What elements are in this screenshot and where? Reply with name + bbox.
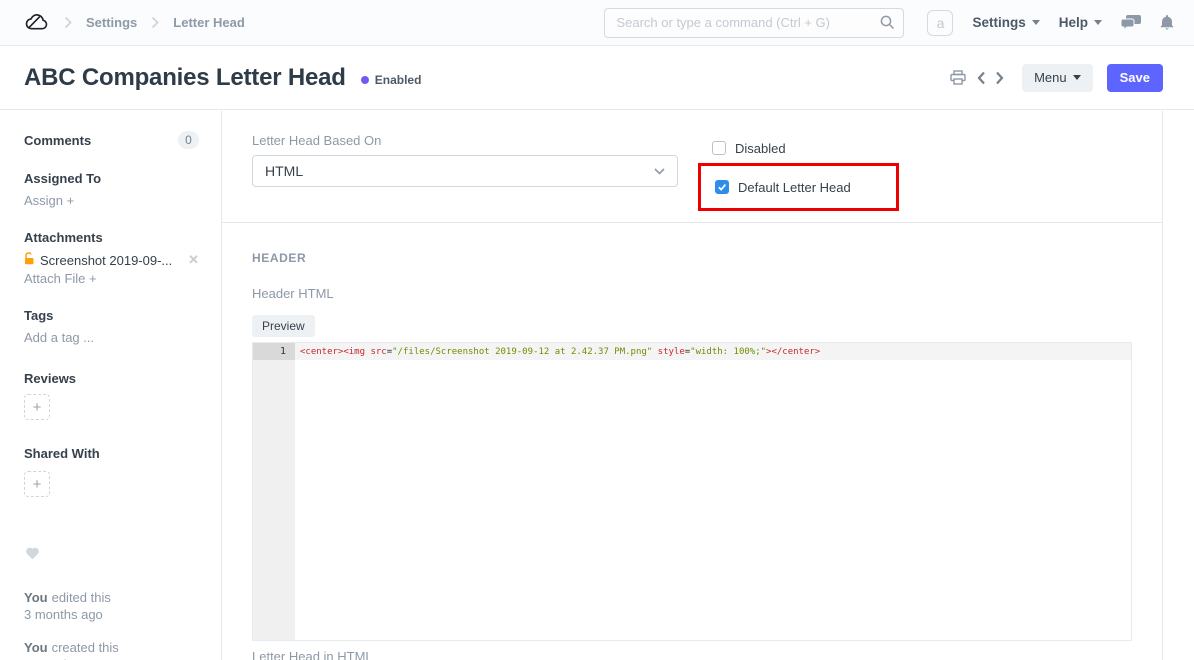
assign-link[interactable]: Assign + [24,193,199,208]
breadcrumb: Settings Letter Head [25,13,245,32]
like-icon[interactable] [24,545,199,565]
editor-gutter: 1 [253,343,295,640]
print-icon[interactable] [950,70,966,85]
remove-attachment-icon[interactable]: ✕ [188,252,199,268]
status-badge: Enabled [361,73,422,87]
code-editor[interactable]: 1 <center><img src="/files/Screenshot 20… [252,342,1132,641]
prev-record-icon[interactable] [977,71,986,85]
attachment-link[interactable]: Screenshot 2019-09-... [24,252,172,268]
default-letter-head-checkbox[interactable] [715,180,729,194]
chevron-down-icon [654,168,665,175]
annotation-highlight-box: Default Letter Head [698,163,899,211]
chevron-down-icon [1094,20,1102,25]
activity-action: created this [52,640,119,655]
chat-icon[interactable] [1121,15,1141,31]
next-record-icon[interactable] [995,71,1004,85]
disabled-label: Disabled [735,141,786,156]
search-input[interactable] [604,8,904,38]
unlock-icon [24,252,35,268]
activity-action: edited this [52,590,111,605]
attach-file-link[interactable]: Attach File + [24,271,199,286]
search-icon [880,15,895,35]
shared-with-heading: Shared With [24,446,199,461]
comments-count-badge[interactable]: 0 [178,131,199,149]
header-section: HEADER Header HTML Preview 1 <center><im… [222,223,1162,660]
editor-content[interactable]: <center><img src="/files/Screenshot 2019… [295,343,1131,640]
disabled-checkbox-row[interactable]: Disabled [712,139,899,157]
disabled-checkbox[interactable] [712,141,726,155]
tags-heading: Tags [24,308,199,323]
default-letter-head-label: Default Letter Head [738,180,851,195]
settings-section: Letter Head Based On HTML Disabled [222,111,1162,223]
breadcrumb-chevron-icon [151,16,159,29]
comments-heading: Comments [24,133,91,148]
based-on-label: Letter Head Based On [252,133,678,148]
based-on-value: HTML [265,163,303,179]
chevron-down-icon [1073,75,1081,80]
avatar[interactable]: a [927,10,953,36]
breadcrumb-chevron-icon [64,16,72,29]
based-on-select[interactable]: HTML [252,155,678,187]
code-line[interactable]: <center><img src="/files/Screenshot 2019… [295,343,1131,360]
status-dot-icon [361,76,369,84]
breadcrumb-letter-head[interactable]: Letter Head [173,15,245,30]
header-section-title: HEADER [252,251,1132,265]
bell-icon[interactable] [1160,15,1174,31]
nav-settings-label: Settings [972,15,1025,30]
attachment-name: Screenshot 2019-09-... [40,253,172,268]
chevron-down-icon [1032,20,1040,25]
page-title: ABC Companies Letter Head [24,64,346,92]
save-button[interactable]: Save [1107,64,1163,92]
nav-settings-menu[interactable]: Settings [972,15,1039,30]
edited-activity: You edited this 3 months ago [24,589,199,623]
form-sidebar: Comments 0 Assigned To Assign + Attachme… [0,111,221,660]
letter-head-page: Settings Letter Head a Settings Help [0,0,1194,660]
nav-help-label: Help [1059,15,1088,30]
add-share-button[interactable]: + [24,471,50,497]
global-search[interactable] [604,8,904,38]
header-html-label: Header HTML [252,286,1132,301]
field-description: Letter Head in HTML [252,649,1132,660]
top-navbar: Settings Letter Head a Settings Help [0,0,1194,46]
activity-time: 3 months ago [24,607,103,622]
default-letter-head-checkbox-row[interactable]: Default Letter Head [715,178,896,196]
page-header: ABC Companies Letter Head Enabled Menu S… [0,46,1194,110]
add-review-button[interactable]: + [24,394,50,420]
created-activity: Youcreated this 3 months ago [24,639,199,660]
attachment-row: Screenshot 2019-09-... ✕ [24,252,199,268]
status-label: Enabled [375,73,422,87]
line-number: 1 [253,343,295,360]
activity-user: You [24,590,48,605]
assigned-to-heading: Assigned To [24,171,199,186]
breadcrumb-settings[interactable]: Settings [86,15,137,30]
menu-button-label: Menu [1034,70,1067,85]
reviews-heading: Reviews [24,371,199,386]
preview-button[interactable]: Preview [252,315,315,337]
nav-help-menu[interactable]: Help [1059,15,1102,30]
menu-button[interactable]: Menu [1022,64,1093,92]
page-actions: Menu Save [950,64,1163,92]
attachments-heading: Attachments [24,230,199,245]
add-tag-input[interactable]: Add a tag ... [24,330,199,345]
app-logo-icon[interactable] [25,13,50,32]
navbar-actions: a Settings Help [604,8,1174,38]
form-body: Letter Head Based On HTML Disabled [221,111,1163,660]
activity-user: You [24,640,48,655]
